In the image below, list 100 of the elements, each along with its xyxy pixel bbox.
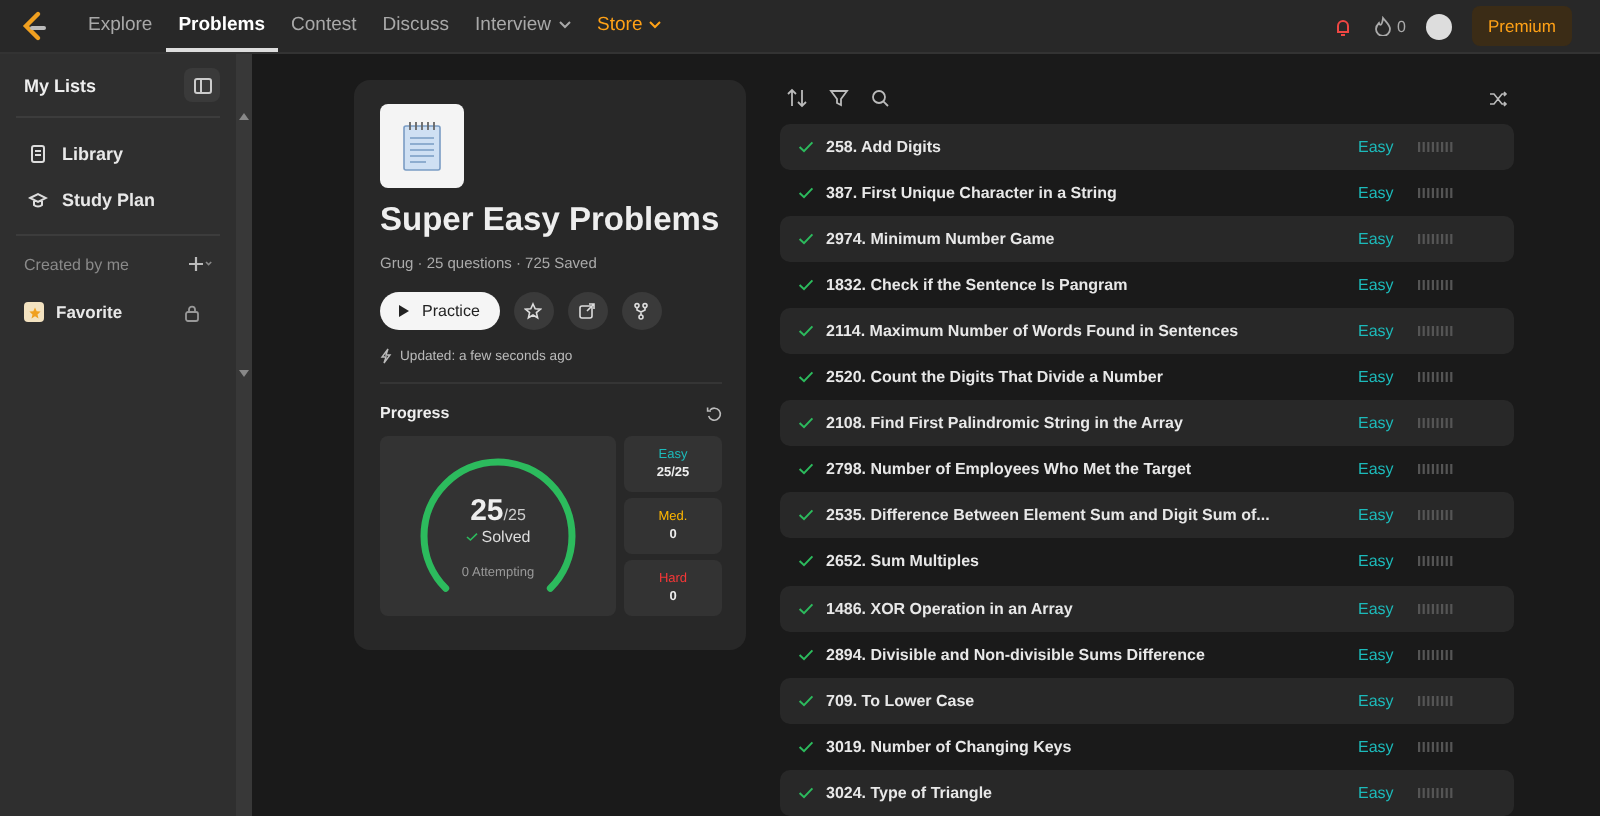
- frequency-bars-icon: [1418, 510, 1454, 521]
- logo-icon: [20, 10, 48, 42]
- problem-row[interactable]: 2108. Find First Palindromic String in the Array Easy: [780, 400, 1514, 447]
- frequency-bars-icon: [1418, 741, 1454, 752]
- difficulty-label: Easy: [1358, 506, 1396, 525]
- frequency-bars-icon: [1418, 372, 1454, 383]
- difficulty-label: Easy: [1358, 229, 1396, 248]
- problem-title: 1832. Check if the Sentence Is Pangram: [826, 275, 1128, 294]
- problem-title: 2520. Count the Digits That Divide a Number: [826, 368, 1163, 387]
- sidebar-item[interactable]: Library: [16, 130, 220, 176]
- frequency-bars-icon: [1418, 787, 1454, 798]
- frequency-bars-icon: [1418, 418, 1454, 429]
- nav-tab[interactable]: Interview: [463, 0, 584, 52]
- problem-row[interactable]: 2652. Sum Multiples Easy: [780, 538, 1514, 586]
- problem-title: 3019. Number of Changing Keys: [826, 737, 1072, 756]
- problem-row[interactable]: 2520. Count the Digits That Divide a Number Easy: [780, 354, 1514, 401]
- sort-icon[interactable]: [786, 88, 808, 109]
- check-icon: [465, 532, 478, 543]
- problem-row[interactable]: 2894. Divisible and Non-divisible Sums Difference Easy: [780, 631, 1514, 678]
- avatar[interactable]: [1425, 13, 1452, 39]
- panel-icon: [193, 77, 211, 93]
- list-title: Super Easy Problems: [380, 200, 720, 242]
- problem-row[interactable]: 2798. Number of Employees Who Met the Target Easy: [780, 446, 1514, 493]
- difficulty-label: Easy: [1358, 137, 1396, 156]
- premium-button[interactable]: Premium: [1471, 6, 1572, 46]
- nav-tab[interactable]: Explore: [76, 0, 165, 52]
- sidebar-title: My Lists: [22, 75, 97, 95]
- difficulty-label: Easy: [1358, 414, 1396, 433]
- search-icon[interactable]: [870, 88, 892, 109]
- problem-title: 2108. Find First Palindromic String in the Array: [826, 414, 1183, 433]
- problem-row[interactable]: 709. To Lower Case Easy: [780, 677, 1514, 724]
- fork-icon: [632, 302, 651, 321]
- problem-title: 387. First Unique Character in a String: [826, 183, 1117, 202]
- play-icon: [398, 304, 410, 319]
- solved-count: 25: [470, 494, 504, 529]
- problem-title: 2798. Number of Employees Who Met the Target: [826, 460, 1192, 479]
- progress-title: Progress: [380, 404, 450, 423]
- difficulty-label: Easy: [1358, 645, 1396, 664]
- problem-title: 1486. XOR Operation in an Array: [826, 599, 1073, 618]
- problem-title: 2974. Minimum Number Game: [826, 229, 1055, 248]
- frequency-bars-icon: [1418, 326, 1454, 337]
- list-item[interactable]: Favorite: [16, 292, 220, 332]
- filter-icon[interactable]: [828, 88, 850, 109]
- difficulty-label: Easy: [1358, 183, 1396, 202]
- star-icon: [24, 302, 44, 322]
- problem-row[interactable]: 2974. Minimum Number Game Easy: [780, 215, 1514, 262]
- book-icon: [28, 143, 48, 163]
- difficulty-label: Easy: [1358, 783, 1396, 802]
- nav-tab[interactable]: Discuss: [370, 0, 462, 52]
- shuffle-icon[interactable]: [1488, 89, 1508, 108]
- share-button[interactable]: [567, 292, 608, 331]
- nav-tab[interactable]: Contest: [279, 0, 369, 52]
- problem-title: 258. Add Digits: [826, 137, 941, 156]
- fork-button[interactable]: [621, 292, 662, 331]
- difficulty-label: Easy: [1358, 599, 1396, 618]
- problem-row[interactable]: 1486. XOR Operation in an Array Easy: [780, 585, 1514, 632]
- solved-label: Solved: [481, 528, 531, 547]
- plus-icon: [188, 256, 212, 272]
- difficulty-label: Easy: [1358, 552, 1396, 571]
- problem-row[interactable]: 3024. Type of Triangle Easy: [780, 769, 1514, 816]
- down-arrow-icon[interactable]: [236, 368, 252, 380]
- caret-icon: [648, 19, 663, 29]
- frequency-bars-icon: [1418, 556, 1454, 567]
- problem-title: 2114. Maximum Number of Words Found in Sentences: [826, 322, 1239, 341]
- frequency-bars-icon: [1418, 279, 1454, 290]
- difficulty-label: Easy: [1358, 275, 1396, 294]
- bell-icon[interactable]: [1331, 15, 1354, 37]
- difficulty-label: Easy: [1358, 322, 1396, 341]
- difficulty-label: Easy: [1358, 460, 1396, 479]
- problem-row[interactable]: 387. First Unique Character in a String Easy: [780, 169, 1514, 216]
- up-arrow-icon[interactable]: [236, 110, 252, 122]
- frequency-bars-icon: [1418, 233, 1454, 244]
- practice-button[interactable]: Practice: [380, 292, 500, 331]
- lightning-icon: [380, 348, 392, 365]
- sidebar-item[interactable]: Study Plan: [16, 176, 220, 222]
- star-icon: [524, 302, 543, 321]
- frequency-bars-icon: [1418, 141, 1454, 152]
- problem-row[interactable]: 3019. Number of Changing Keys Easy: [780, 723, 1514, 770]
- problem-title: 3024. Type of Triangle: [826, 783, 992, 802]
- collapse-sidebar-button[interactable]: [184, 68, 220, 102]
- reset-icon[interactable]: [706, 405, 722, 422]
- nav-tab[interactable]: Store: [585, 0, 675, 52]
- problem-title: 2652. Sum Multiples: [826, 552, 979, 571]
- problem-row[interactable]: 1832. Check if the Sentence Is Pangram Easy: [780, 261, 1514, 308]
- frequency-bars-icon: [1418, 187, 1454, 198]
- problem-title: 2894. Divisible and Non-divisible Sums Difference: [826, 645, 1205, 664]
- section-label: Created by me: [24, 255, 129, 273]
- problem-title: 709. To Lower Case: [826, 691, 975, 710]
- flame-icon[interactable]: [1373, 16, 1392, 36]
- problem-title: 2535. Difference Between Element Sum and Digit Sum of...: [826, 506, 1270, 525]
- frequency-bars-icon: [1418, 603, 1454, 614]
- graduation-cap-icon: [28, 189, 48, 209]
- problem-row[interactable]: 258. Add Digits Easy: [780, 123, 1514, 170]
- total-count: /25: [503, 506, 526, 525]
- frequency-bars-icon: [1418, 695, 1454, 706]
- difficulty-label: Easy: [1358, 691, 1396, 710]
- scrollbar[interactable]: [236, 54, 252, 816]
- favorite-button[interactable]: [513, 292, 554, 331]
- problem-row[interactable]: 2114. Maximum Number of Words Found in Sentences Easy: [780, 307, 1514, 355]
- problem-row[interactable]: 2535. Difference Between Element Sum and Digit Sum of... Easy: [780, 492, 1514, 539]
